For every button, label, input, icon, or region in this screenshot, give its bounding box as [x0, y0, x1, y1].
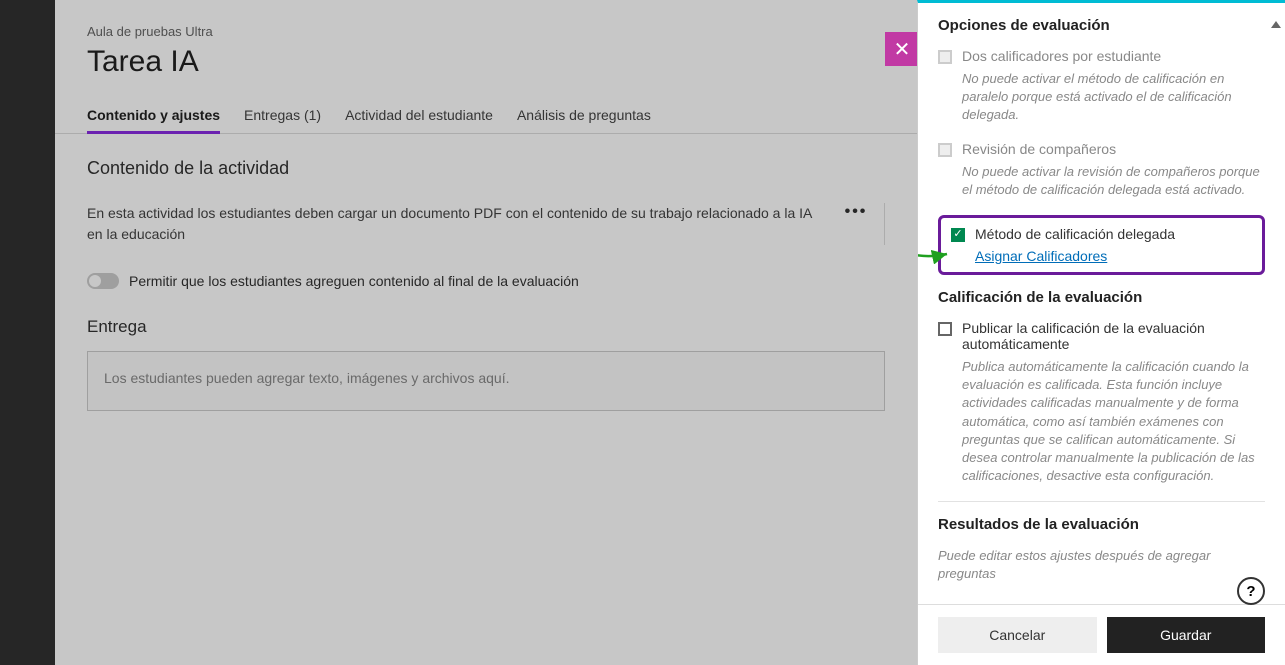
peer-review-label: Revisión de compañeros — [962, 141, 1116, 157]
tab-content-settings[interactable]: Contenido y ajustes — [87, 97, 220, 133]
divider — [938, 501, 1265, 502]
allow-append-label: Permitir que los estudiantes agreguen co… — [129, 273, 579, 289]
content-area: Contenido de la actividad En esta activi… — [55, 134, 917, 435]
tabs-bar: Contenido y ajustes Entregas (1) Activid… — [55, 97, 917, 134]
panel-header: Aula de pruebas Ultra Tarea IA — [55, 0, 917, 79]
delegated-option: ✓ Método de calificación delegada — [951, 226, 1252, 242]
annotation-arrow-icon — [918, 234, 951, 264]
rail-icon[interactable] — [16, 20, 40, 44]
side-panel-footer: Cancelar Guardar — [918, 604, 1285, 665]
side-panel-scroll[interactable]: Opciones de evaluación Dos calificadores… — [918, 3, 1285, 604]
auto-post-checkbox[interactable] — [938, 322, 952, 336]
submission-dropzone[interactable]: Los estudiantes pueden agregar texto, im… — [87, 351, 885, 411]
cancel-button[interactable]: Cancelar — [938, 617, 1097, 653]
delegated-label: Método de calificación delegada — [975, 226, 1175, 242]
auto-post-label: Publicar la calificación de la evaluació… — [962, 320, 1265, 352]
eval-options-heading: Opciones de evaluación — [938, 17, 1265, 34]
close-panel-button[interactable]: ✕ — [885, 32, 919, 66]
peer-review-option: Revisión de compañeros — [938, 141, 1265, 157]
auto-post-hint: Publica automáticamente la calificación … — [962, 358, 1265, 485]
two-graders-option: Dos calificadores por estudiante — [938, 48, 1265, 64]
tab-question-analysis[interactable]: Análisis de preguntas — [517, 97, 651, 133]
allow-append-toggle[interactable] — [87, 273, 119, 289]
peer-review-checkbox — [938, 143, 952, 157]
help-icon: ? — [1246, 583, 1255, 600]
activity-description: En esta actividad los estudiantes deben … — [87, 203, 828, 245]
results-hint: Puede editar estos ajustes después de ag… — [938, 547, 1265, 583]
two-graders-checkbox — [938, 50, 952, 64]
scroll-up-icon[interactable] — [1271, 21, 1281, 28]
more-options-icon[interactable]: ••• — [844, 203, 868, 221]
peer-review-hint: No puede activar la revisión de compañer… — [962, 163, 1265, 199]
left-nav-rail — [0, 0, 55, 665]
assign-graders-link[interactable]: Asignar Calificadores — [975, 248, 1252, 264]
dropzone-placeholder: Los estudiantes pueden agregar texto, im… — [104, 370, 509, 386]
close-icon: ✕ — [894, 37, 911, 62]
settings-side-panel: Opciones de evaluación Dos calificadores… — [917, 0, 1285, 665]
allow-append-toggle-row: Permitir que los estudiantes agreguen co… — [87, 273, 885, 289]
results-heading: Resultados de la evaluación — [938, 516, 1265, 533]
delegated-grading-highlight: ✓ Método de calificación delegada Asigna… — [938, 215, 1265, 275]
section-title: Contenido de la actividad — [87, 158, 885, 179]
help-button[interactable]: ? — [1237, 577, 1265, 605]
submission-title: Entrega — [87, 317, 885, 337]
two-graders-hint: No puede activar el método de calificaci… — [962, 70, 1265, 125]
assignment-main-panel: ✕ Aula de pruebas Ultra Tarea IA Conteni… — [55, 0, 917, 665]
tab-student-activity[interactable]: Actividad del estudiante — [345, 97, 493, 133]
two-graders-label: Dos calificadores por estudiante — [962, 48, 1161, 64]
delegated-checkbox[interactable]: ✓ — [951, 228, 965, 242]
save-button[interactable]: Guardar — [1107, 617, 1266, 653]
auto-post-option: Publicar la calificación de la evaluació… — [938, 320, 1265, 352]
breadcrumb[interactable]: Aula de pruebas Ultra — [87, 24, 885, 39]
grade-heading: Calificación de la evaluación — [938, 289, 1265, 306]
description-row: En esta actividad los estudiantes deben … — [87, 203, 885, 245]
tab-submissions[interactable]: Entregas (1) — [244, 97, 321, 133]
page-title: Tarea IA — [87, 45, 885, 79]
